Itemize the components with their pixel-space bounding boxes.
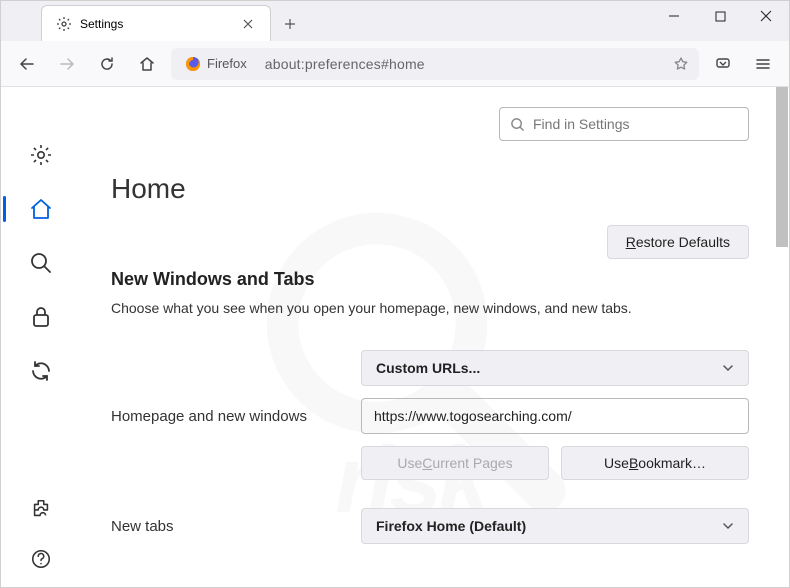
- sidebar-help[interactable]: [23, 541, 59, 577]
- home-button[interactable]: [131, 48, 163, 80]
- sidebar-extensions[interactable]: [23, 491, 59, 527]
- chevron-down-icon: [722, 362, 734, 374]
- sidebar-sync[interactable]: [23, 353, 59, 389]
- close-window-button[interactable]: [743, 1, 789, 31]
- bookmark-star-icon[interactable]: [673, 56, 689, 72]
- content-area: risk .com: [1, 87, 789, 587]
- forward-button[interactable]: [51, 48, 83, 80]
- restore-defaults-button[interactable]: Restore Defaults: [607, 225, 749, 259]
- homepage-url-input[interactable]: https://www.togosearching.com/: [361, 398, 749, 434]
- sidebar-general[interactable]: [23, 137, 59, 173]
- homepage-url-value: https://www.togosearching.com/: [374, 408, 572, 424]
- newtabs-label: New tabs: [111, 518, 341, 535]
- gear-icon: [56, 16, 72, 32]
- sidebar-privacy[interactable]: [23, 299, 59, 335]
- sidebar-home[interactable]: [23, 191, 59, 227]
- toolbar: Firefox about:preferences#home: [1, 41, 789, 87]
- sidebar-search[interactable]: [23, 245, 59, 281]
- settings-sidebar: [1, 87, 81, 587]
- reload-button[interactable]: [91, 48, 123, 80]
- page-title: Home: [111, 173, 749, 205]
- identity-label: Firefox: [207, 56, 247, 71]
- homepage-mode-select[interactable]: Custom URLs...: [361, 350, 749, 386]
- minimize-button[interactable]: [651, 1, 697, 31]
- new-tab-button[interactable]: [275, 9, 305, 39]
- pocket-button[interactable]: [707, 48, 739, 80]
- newtabs-select[interactable]: Firefox Home (Default): [361, 508, 749, 544]
- menu-button[interactable]: [747, 48, 779, 80]
- search-placeholder: Find in Settings: [533, 116, 630, 132]
- browser-window: Settings: [0, 0, 790, 588]
- tab-title: Settings: [80, 17, 232, 31]
- window-controls: [651, 1, 789, 31]
- identity-badge[interactable]: Firefox: [181, 53, 255, 75]
- tab-strip: Settings: [1, 1, 789, 41]
- use-current-pages-button[interactable]: Use Current Pages: [361, 446, 549, 480]
- homepage-field-label: Homepage and new windows: [111, 408, 341, 425]
- browser-tab[interactable]: Settings: [41, 5, 271, 41]
- section-description: Choose what you see when you open your h…: [111, 300, 749, 316]
- url-text: about:preferences#home: [265, 56, 663, 72]
- tab-close-button[interactable]: [240, 16, 256, 32]
- section-heading: New Windows and Tabs: [111, 269, 749, 290]
- select-value: Custom URLs...: [376, 360, 480, 376]
- maximize-button[interactable]: [697, 1, 743, 31]
- select-value: Firefox Home (Default): [376, 518, 526, 534]
- firefox-icon: [185, 56, 201, 72]
- use-bookmark-button[interactable]: Use Bookmark…: [561, 446, 749, 480]
- search-icon: [510, 117, 525, 132]
- back-button[interactable]: [11, 48, 43, 80]
- address-bar[interactable]: Firefox about:preferences#home: [171, 48, 699, 80]
- settings-main: Find in Settings Home Restore Defaults N…: [81, 87, 789, 587]
- find-in-settings-input[interactable]: Find in Settings: [499, 107, 749, 141]
- chevron-down-icon: [722, 520, 734, 532]
